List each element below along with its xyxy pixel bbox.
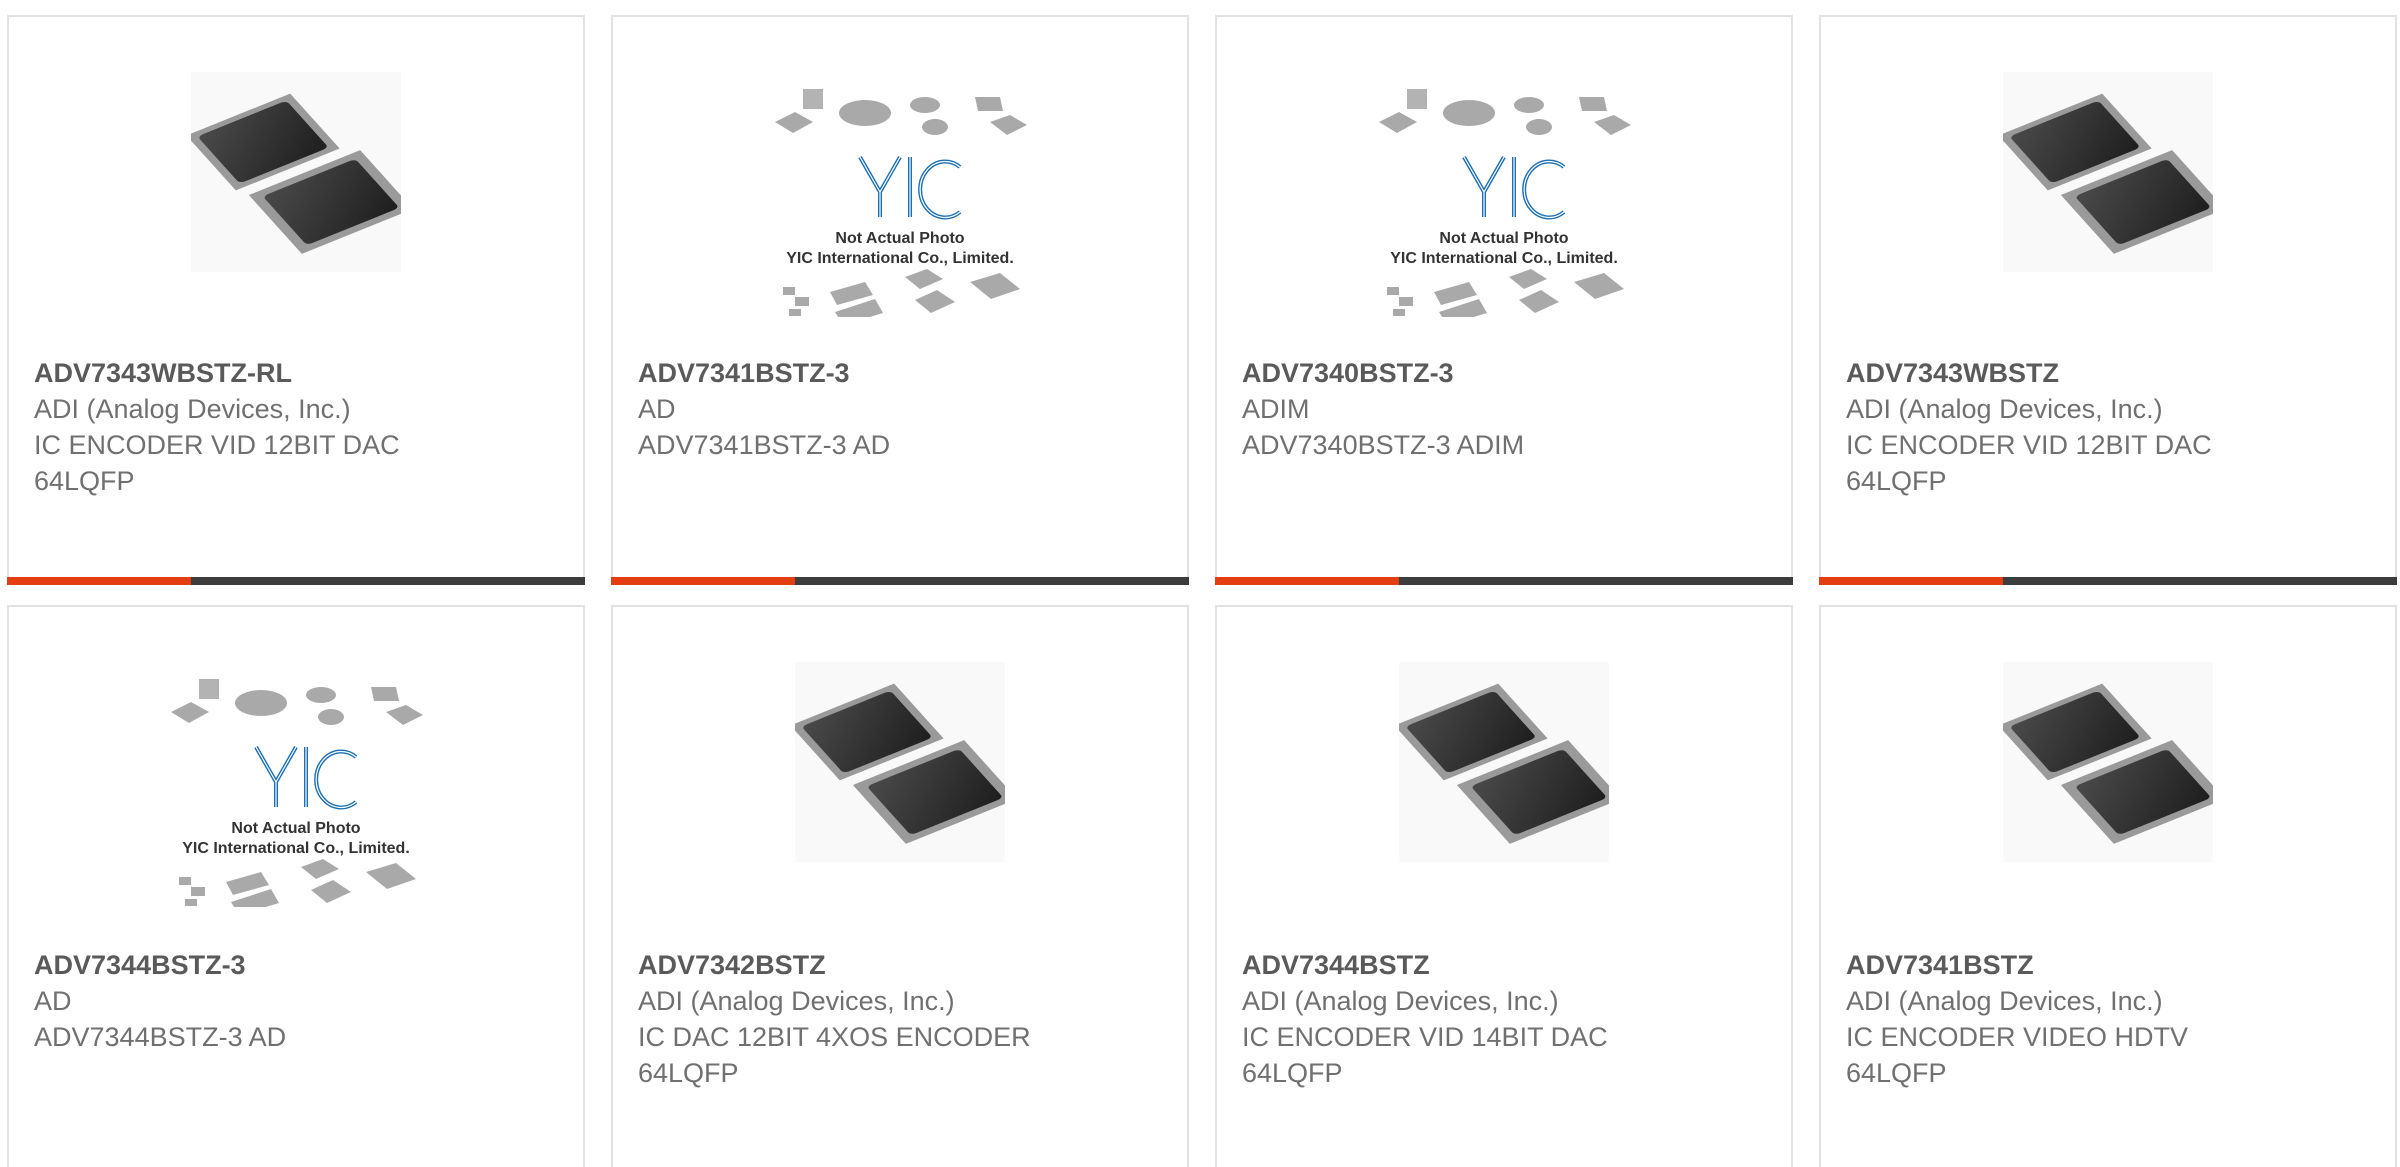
placeholder-company: YIC International Co., Limited.: [1390, 250, 1618, 267]
placeholder-company: YIC International Co., Limited.: [182, 840, 410, 857]
product-image[interactable]: [613, 662, 1187, 862]
product-image[interactable]: Not Actual Photo YIC International Co., …: [613, 87, 1187, 317]
card-footer-bar: [7, 577, 585, 585]
description: IC ENCODER VID 12BIT DAC: [1846, 430, 2212, 460]
chip-photo-icon: [2003, 662, 2213, 862]
description: IC DAC 12BIT 4XOS ENCODER: [638, 1022, 1031, 1052]
part-number-link[interactable]: ADV7341BSTZ: [1846, 947, 2375, 983]
product-card[interactable]: Not Actual Photo YIC International Co., …: [1215, 15, 1793, 585]
yic-placeholder-icon: Not Actual Photo YIC International Co., …: [169, 677, 425, 907]
product-card[interactable]: ADV7343WBSTZ-RL ADI (Analog Devices, Inc…: [7, 15, 585, 585]
card-footer-bar: [1819, 577, 2397, 585]
chip-photo-icon: [1399, 662, 1609, 862]
yic-placeholder-icon: Not Actual Photo YIC International Co., …: [773, 87, 1029, 317]
product-image[interactable]: [1821, 662, 2395, 862]
card-accent: [7, 577, 191, 585]
card-accent: [611, 577, 795, 585]
placeholder-caption: Not Actual Photo: [1439, 230, 1568, 247]
package: 64LQFP: [34, 466, 135, 496]
package: 64LQFP: [1242, 1058, 1343, 1088]
manufacturer: AD: [34, 986, 72, 1016]
description: ADV7340BSTZ-3 ADIM: [1242, 430, 1525, 460]
product-card[interactable]: ADV7343WBSTZ ADI (Analog Devices, Inc.) …: [1819, 15, 2397, 585]
card-accent: [1819, 577, 2003, 585]
product-image[interactable]: [1217, 662, 1791, 862]
card-footer-bar: [611, 577, 1189, 585]
chip-photo-icon: [795, 662, 1005, 862]
product-card[interactable]: Not Actual Photo YIC International Co., …: [7, 605, 585, 1167]
description: ADV7341BSTZ-3 AD: [638, 430, 891, 460]
placeholder-caption: Not Actual Photo: [835, 230, 964, 247]
manufacturer: ADI (Analog Devices, Inc.): [1242, 986, 1559, 1016]
product-card[interactable]: ADV7344BSTZ ADI (Analog Devices, Inc.) I…: [1215, 605, 1793, 1167]
description: ADV7344BSTZ-3 AD: [34, 1022, 287, 1052]
yic-placeholder-icon: Not Actual Photo YIC International Co., …: [1377, 87, 1633, 317]
placeholder-caption: Not Actual Photo: [231, 820, 360, 837]
manufacturer: AD: [638, 394, 676, 424]
part-number-link[interactable]: ADV7344BSTZ: [1242, 947, 1771, 983]
package: 64LQFP: [1846, 466, 1947, 496]
product-card[interactable]: ADV7342BSTZ ADI (Analog Devices, Inc.) I…: [611, 605, 1189, 1167]
chip-photo-icon: [191, 72, 401, 272]
card-footer-bar: [1215, 577, 1793, 585]
manufacturer: ADI (Analog Devices, Inc.): [1846, 986, 2163, 1016]
manufacturer: ADI (Analog Devices, Inc.): [1846, 394, 2163, 424]
product-image[interactable]: [9, 72, 583, 272]
product-image[interactable]: [1821, 72, 2395, 272]
package: 64LQFP: [1846, 1058, 1947, 1088]
part-number-link[interactable]: ADV7344BSTZ-3: [34, 947, 563, 983]
description: IC ENCODER VID 14BIT DAC: [1242, 1022, 1608, 1052]
part-number-link[interactable]: ADV7341BSTZ-3: [638, 355, 1167, 391]
description: IC ENCODER VID 12BIT DAC: [34, 430, 400, 460]
manufacturer: ADI (Analog Devices, Inc.): [34, 394, 351, 424]
placeholder-company: YIC International Co., Limited.: [786, 250, 1014, 267]
part-number-link[interactable]: ADV7340BSTZ-3: [1242, 355, 1771, 391]
part-number-link[interactable]: ADV7343WBSTZ: [1846, 355, 2375, 391]
package: 64LQFP: [638, 1058, 739, 1088]
part-number-link[interactable]: ADV7343WBSTZ-RL: [34, 355, 563, 391]
manufacturer: ADI (Analog Devices, Inc.): [638, 986, 955, 1016]
card-accent: [1215, 577, 1399, 585]
product-image[interactable]: Not Actual Photo YIC International Co., …: [9, 677, 583, 907]
chip-photo-icon: [2003, 72, 2213, 272]
product-card[interactable]: ADV7341BSTZ ADI (Analog Devices, Inc.) I…: [1819, 605, 2397, 1167]
product-card[interactable]: Not Actual Photo YIC International Co., …: [611, 15, 1189, 585]
part-number-link[interactable]: ADV7342BSTZ: [638, 947, 1167, 983]
product-image[interactable]: Not Actual Photo YIC International Co., …: [1217, 87, 1791, 317]
description: IC ENCODER VIDEO HDTV: [1846, 1022, 2189, 1052]
manufacturer: ADIM: [1242, 394, 1310, 424]
